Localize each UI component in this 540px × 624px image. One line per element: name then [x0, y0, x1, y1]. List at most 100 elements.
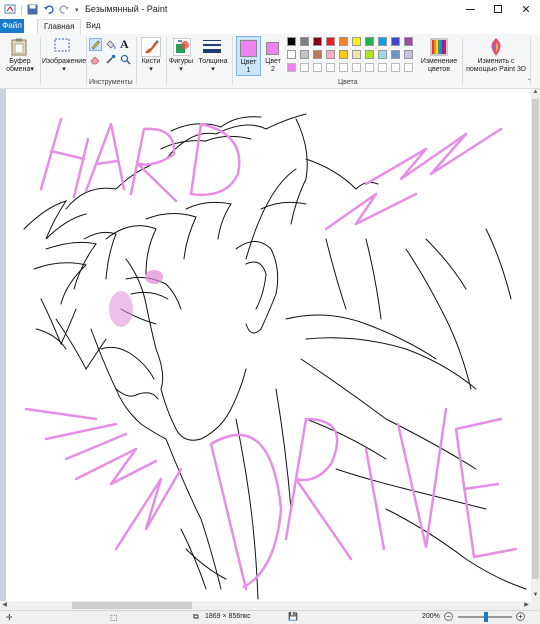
- redo-icon[interactable]: [59, 4, 70, 17]
- ribbon-divider: [86, 37, 87, 85]
- ribbon-divider: [462, 37, 463, 85]
- zoom-level: 200%: [422, 613, 440, 620]
- paint3d-label-line1: Изменить с: [477, 58, 515, 65]
- drawing-canvas[interactable]: [6, 89, 531, 601]
- color-picker-icon[interactable]: [105, 54, 116, 67]
- palette-swatch[interactable]: [352, 37, 361, 46]
- ribbon-divider: [136, 37, 137, 85]
- chevron-down-icon: ▾: [30, 66, 34, 73]
- selection-size-icon: ⬚: [110, 613, 118, 622]
- custom-color-slot[interactable]: [326, 63, 335, 72]
- paint3d-button[interactable]: Изменить с помощью Paint 3D: [464, 58, 528, 74]
- title-bar: ▾ Безымянный - Paint ✕: [0, 0, 540, 18]
- palette-swatch[interactable]: [365, 37, 374, 46]
- zoom-slider[interactable]: [458, 612, 512, 622]
- black-line-art: [23, 113, 527, 600]
- scroll-down-icon[interactable]: ▼: [531, 592, 540, 601]
- letter-v: [396, 407, 448, 549]
- letter-i: [364, 447, 386, 551]
- custom-color-slot[interactable]: [313, 63, 322, 72]
- collapse-ribbon-icon[interactable]: ˆ: [528, 78, 531, 87]
- clipboard-icon[interactable]: [11, 38, 27, 58]
- palette-swatch[interactable]: [391, 37, 400, 46]
- custom-color-slot[interactable]: [391, 63, 400, 72]
- line-thickness-icon[interactable]: [202, 39, 222, 57]
- scroll-right-icon[interactable]: ▶: [522, 601, 531, 610]
- palette-swatch[interactable]: [378, 50, 387, 59]
- clipboard-button[interactable]: Буфер обмена▾: [6, 58, 34, 74]
- palette-swatch[interactable]: [365, 50, 374, 59]
- cursor-position-icon: ✛: [6, 613, 13, 622]
- tab-home[interactable]: Главная: [37, 19, 82, 35]
- lightning-mark: [364, 127, 503, 186]
- letter-e: [454, 417, 518, 559]
- minimize-button[interactable]: [456, 0, 484, 18]
- save-icon[interactable]: [27, 4, 38, 17]
- horizontal-scrollbar[interactable]: ◀ ▶: [0, 601, 540, 610]
- file-size-icon: 💾: [288, 612, 298, 621]
- edit-colors-icon[interactable]: [430, 38, 448, 58]
- palette-swatch[interactable]: [287, 37, 296, 46]
- chevron-down-icon: ▾: [179, 66, 183, 73]
- undo-icon[interactable]: [43, 4, 54, 17]
- palette-swatch[interactable]: [352, 50, 361, 59]
- custom-color-slot[interactable]: [300, 63, 309, 72]
- tools-group-label: Инструменты: [89, 79, 133, 86]
- tab-view[interactable]: Вид: [80, 19, 106, 33]
- palette-swatch[interactable]: [404, 37, 413, 46]
- palette-swatch[interactable]: [300, 50, 309, 59]
- edit-colors-button[interactable]: Изменение цветов: [418, 58, 460, 74]
- brushes-button[interactable]: Кисти ▾: [138, 58, 164, 74]
- palette-swatch[interactable]: [313, 50, 322, 59]
- custom-color-slot[interactable]: [404, 63, 413, 72]
- pink-strokes: [24, 117, 518, 591]
- palette-swatch[interactable]: [326, 37, 335, 46]
- horizontal-scroll-thumb[interactable]: [72, 602, 192, 609]
- palette-swatch[interactable]: [391, 50, 400, 59]
- palette-swatch[interactable]: [378, 37, 387, 46]
- color1-button[interactable]: Цвет 1: [236, 36, 261, 76]
- clipboard-label-line1: Буфер: [9, 58, 31, 65]
- custom-color-slot[interactable]: [339, 63, 348, 72]
- image-button[interactable]: Изображение ▾: [42, 58, 86, 74]
- palette-swatch[interactable]: [313, 37, 322, 46]
- palette-swatch[interactable]: [326, 50, 335, 59]
- custom-color-slot[interactable]: [352, 63, 361, 72]
- zoom-slider-thumb[interactable]: [484, 612, 488, 622]
- vertical-scrollbar[interactable]: ▲ ▼: [531, 89, 540, 601]
- custom-color-slot[interactable]: [365, 63, 374, 72]
- scroll-up-icon[interactable]: ▲: [531, 89, 540, 98]
- magnifier-icon[interactable]: [120, 54, 131, 67]
- custom-color-slot[interactable]: [378, 63, 387, 72]
- letter-a: [84, 122, 126, 193]
- fill-icon[interactable]: [105, 39, 116, 52]
- vertical-scroll-thumb[interactable]: [532, 99, 539, 579]
- palette-swatch[interactable]: [287, 50, 296, 59]
- zoom-in-button[interactable]: +: [516, 612, 525, 621]
- selection-icon[interactable]: [54, 38, 70, 54]
- tab-file[interactable]: Файл: [0, 19, 24, 33]
- paint3d-icon[interactable]: [487, 37, 505, 59]
- eraser-icon[interactable]: [90, 54, 101, 67]
- shapes-icon[interactable]: [173, 38, 191, 56]
- pencil-tool[interactable]: [89, 38, 102, 51]
- palette-swatch[interactable]: [339, 37, 348, 46]
- customize-toolbar-icon[interactable]: ▾: [75, 6, 79, 14]
- color1-swatch: [240, 40, 257, 57]
- color2-button[interactable]: Цвет 2: [263, 36, 285, 76]
- brush-icon[interactable]: [141, 37, 161, 57]
- close-button[interactable]: ✕: [512, 0, 540, 18]
- shapes-button[interactable]: Фигуры ▾: [167, 58, 195, 74]
- custom-color-slot[interactable]: [287, 63, 296, 72]
- palette-swatch[interactable]: [404, 50, 413, 59]
- maximize-button[interactable]: [484, 0, 512, 18]
- scroll-left-icon[interactable]: ◀: [0, 601, 9, 610]
- palette-swatch[interactable]: [300, 37, 309, 46]
- palette-swatch[interactable]: [339, 50, 348, 59]
- image-size-text: 1869 × 856пкс: [205, 613, 251, 620]
- color1-label: Цвет 1: [237, 59, 260, 75]
- size-button[interactable]: Толщина ▾: [196, 58, 230, 74]
- letter-d: [189, 122, 241, 197]
- text-tool-icon[interactable]: A: [120, 37, 129, 52]
- zoom-out-button[interactable]: −: [444, 612, 453, 621]
